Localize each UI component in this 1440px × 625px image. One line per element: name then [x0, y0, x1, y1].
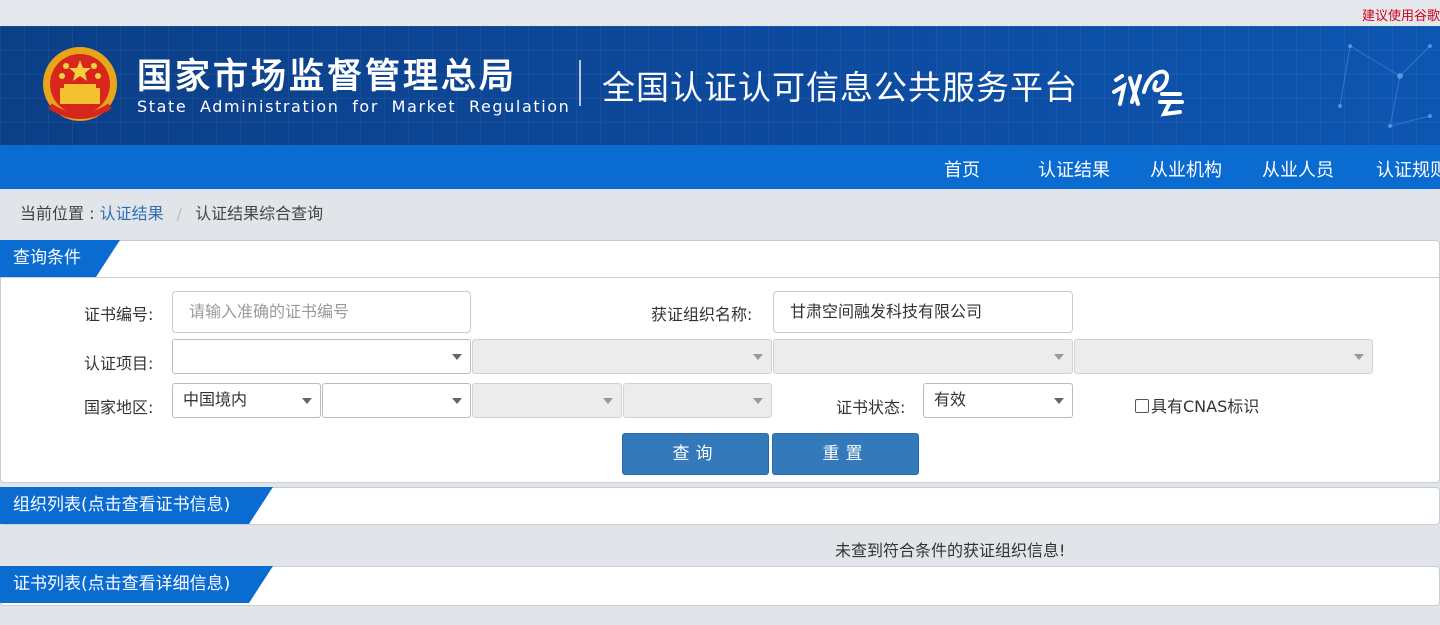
cert-list-panel: 证书列表(点击查看详细信息) [0, 566, 1440, 606]
region-select-value: 中国境内 [183, 390, 248, 409]
region-label: 国家地区: [84, 398, 154, 417]
header-banner: 国家市场监督管理总局 State Administration for Mark… [0, 26, 1440, 145]
nav-cert-rules[interactable]: 认证规则 [1376, 156, 1440, 182]
project-select-4[interactable] [1074, 339, 1373, 374]
project-select-1[interactable] [172, 339, 471, 374]
org-list-panel: 组织列表(点击查看证书信息) [0, 487, 1440, 525]
query-panel: 查询条件 证书编号: 请输入准确的证书编号 获证组织名称: 甘肃空间融发科技有限… [0, 240, 1440, 483]
status-select-value: 有效 [934, 390, 967, 409]
reset-button[interactable]: 重置 [772, 433, 919, 475]
query-panel-header: 查询条件 [1, 241, 1439, 278]
cert-no-input[interactable]: 请输入准确的证书编号 [172, 291, 471, 333]
cert-no-label: 证书编号: [84, 305, 154, 324]
org-list-empty-message: 未查到符合条件的获证组织信息! [835, 541, 1066, 560]
chevron-down-icon [1054, 398, 1064, 404]
platform-title: 全国认证认可信息公共服务平台 [602, 68, 1078, 107]
org-list-header: 组织列表(点击查看证书信息) [1, 488, 1439, 525]
top-strip: 建议使用谷歌 [0, 0, 1440, 26]
chevron-down-icon [302, 398, 312, 404]
main-nav: 首页 认证结果 从业机构 从业人员 认证规则 [0, 145, 1440, 189]
chevron-down-icon [753, 354, 763, 360]
cnas-checkbox-label: 具有CNAS标识 [1151, 397, 1260, 416]
region-select-district[interactable] [623, 383, 772, 418]
cnas-checkbox[interactable] [1135, 399, 1149, 413]
browser-notice: 建议使用谷歌 [1361, 9, 1440, 24]
chevron-down-icon [1354, 354, 1364, 360]
renyun-logo-icon [1112, 69, 1184, 117]
cert-list-header: 证书列表(点击查看详细信息) [1, 567, 1439, 604]
agency-name-en: State Administration for Market Regulati… [137, 97, 571, 116]
search-button[interactable]: 查询 [622, 433, 769, 475]
org-name-input[interactable]: 甘肃空间融发科技有限公司 [773, 291, 1073, 333]
nav-practitioners[interactable]: 从业人员 [1262, 156, 1334, 182]
header-divider [579, 60, 581, 106]
chevron-down-icon [452, 398, 462, 404]
breadcrumb-label: 当前位置 : [20, 204, 95, 223]
project-label: 认证项目: [84, 354, 154, 373]
project-select-2[interactable] [472, 339, 772, 374]
cert-list-title: 证书列表(点击查看详细信息) [0, 566, 273, 603]
cnas-checkbox-wrap[interactable]: 具有CNAS标识 [1135, 393, 1259, 417]
breadcrumb-link-cert-results[interactable]: 认证结果 [100, 204, 164, 223]
breadcrumb-current: 认证结果综合查询 [195, 204, 324, 223]
query-panel-title: 查询条件 [0, 240, 120, 277]
chevron-down-icon [603, 398, 613, 404]
chevron-down-icon [753, 398, 763, 404]
project-select-3[interactable] [773, 339, 1073, 374]
nav-institutions[interactable]: 从业机构 [1150, 156, 1222, 182]
chevron-down-icon [1054, 354, 1064, 360]
org-name-label: 获证组织名称: [651, 305, 753, 324]
national-emblem-icon [43, 47, 117, 121]
chevron-down-icon [452, 354, 462, 360]
nav-home[interactable]: 首页 [944, 156, 980, 182]
status-label: 证书状态: [836, 398, 906, 417]
region-select-country[interactable]: 中国境内 [172, 383, 321, 418]
breadcrumb-separator: / [176, 204, 183, 223]
network-decoration-icon [1338, 44, 1432, 128]
status-select[interactable]: 有效 [923, 383, 1073, 418]
agency-name-cn: 国家市场监督管理总局 [137, 57, 518, 97]
breadcrumb: 当前位置 : 认证结果 / 认证结果综合查询 [20, 200, 323, 224]
nav-cert-results[interactable]: 认证结果 [1038, 156, 1110, 182]
org-list-title: 组织列表(点击查看证书信息) [0, 487, 273, 524]
region-select-province[interactable] [322, 383, 471, 418]
region-select-city[interactable] [472, 383, 622, 418]
